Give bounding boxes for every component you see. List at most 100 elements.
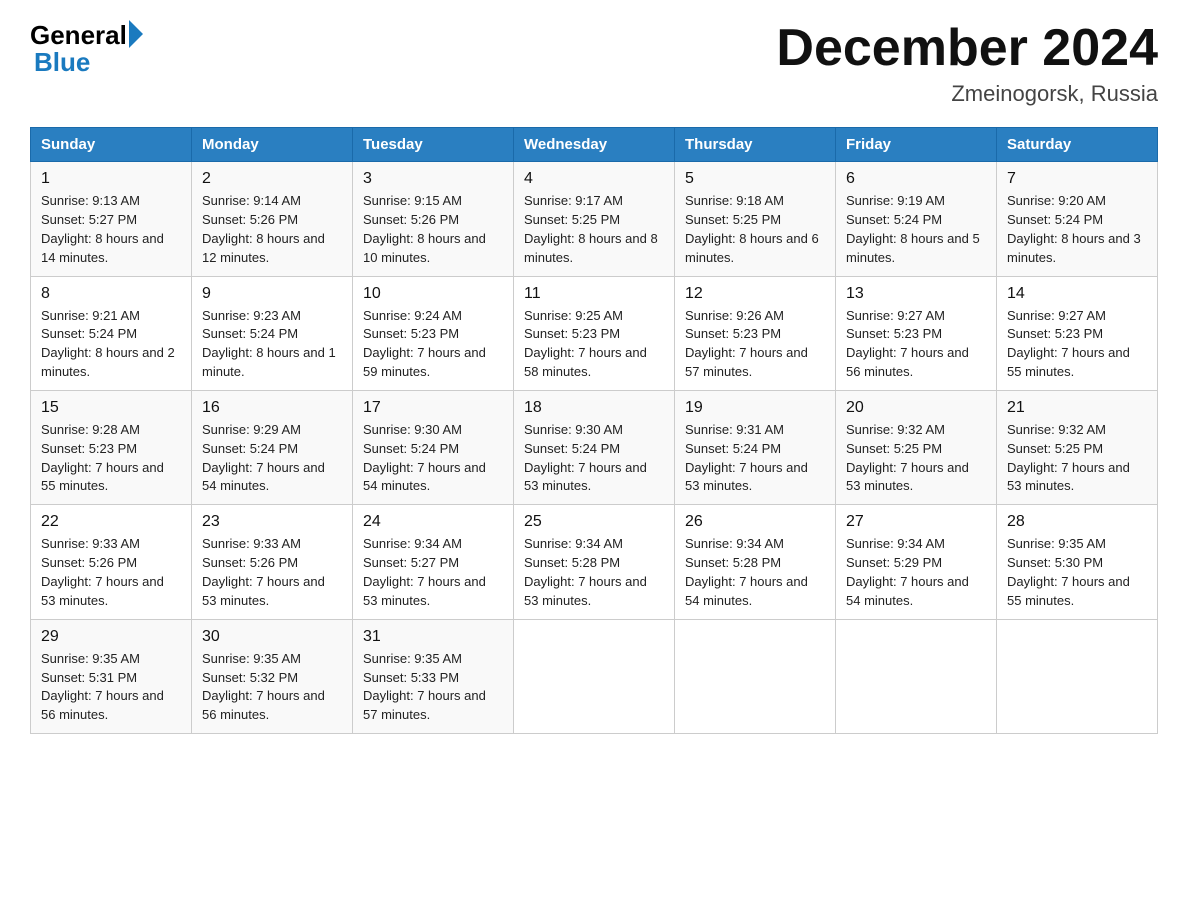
logo: General Blue xyxy=(30,20,143,78)
calendar-cell: 8 Sunrise: 9:21 AMSunset: 5:24 PMDaylight… xyxy=(31,276,192,390)
calendar-cell: 12Sunrise: 9:26 AMSunset: 5:23 PMDayligh… xyxy=(675,276,836,390)
day-sun-info: Sunrise: 9:35 AMSunset: 5:32 PMDaylight:… xyxy=(202,650,342,725)
day-sun-info: Sunrise: 9:20 AMSunset: 5:24 PMDaylight:… xyxy=(1007,192,1147,267)
logo-blue-text: Blue xyxy=(30,47,90,78)
calendar-cell: 9 Sunrise: 9:23 AMSunset: 5:24 PMDaylight… xyxy=(192,276,353,390)
weekday-header-friday: Friday xyxy=(836,128,997,162)
day-number: 1 xyxy=(41,170,181,188)
weekday-header-wednesday: Wednesday xyxy=(514,128,675,162)
day-sun-info: Sunrise: 9:28 AMSunset: 5:23 PMDaylight:… xyxy=(41,421,181,496)
calendar-cell: 22Sunrise: 9:33 AMSunset: 5:26 PMDayligh… xyxy=(31,505,192,619)
day-sun-info: Sunrise: 9:23 AMSunset: 5:24 PMDaylight:… xyxy=(202,307,342,382)
calendar-cell: 31 Sunrise: 9:35 AMSunset: 5:33 PMDayligh… xyxy=(353,619,514,733)
calendar-cell: 3 Sunrise: 9:15 AMSunset: 5:26 PMDaylight… xyxy=(353,162,514,276)
logo-arrow-icon xyxy=(129,20,143,48)
day-number: 24 xyxy=(363,513,503,531)
calendar-cell xyxy=(675,619,836,733)
day-number: 17 xyxy=(363,399,503,417)
calendar-cell: 18Sunrise: 9:30 AMSunset: 5:24 PMDayligh… xyxy=(514,390,675,504)
day-number: 23 xyxy=(202,513,342,531)
day-number: 27 xyxy=(846,513,986,531)
day-sun-info: Sunrise: 9:27 AMSunset: 5:23 PMDaylight:… xyxy=(846,307,986,382)
calendar-week-row: 1 Sunrise: 9:13 AMSunset: 5:27 PMDaylight… xyxy=(31,162,1158,276)
day-sun-info: Sunrise: 9:35 AMSunset: 5:31 PMDaylight:… xyxy=(41,650,181,725)
day-number: 8 xyxy=(41,285,181,303)
calendar-cell: 15 Sunrise: 9:28 AMSunset: 5:23 PMDayligh… xyxy=(31,390,192,504)
calendar-cell: 17Sunrise: 9:30 AMSunset: 5:24 PMDayligh… xyxy=(353,390,514,504)
day-sun-info: Sunrise: 9:24 AMSunset: 5:23 PMDaylight:… xyxy=(363,307,503,382)
day-number: 16 xyxy=(202,399,342,417)
calendar-cell: 13 Sunrise: 9:27 AMSunset: 5:23 PMDayligh… xyxy=(836,276,997,390)
calendar-cell: 5 Sunrise: 9:18 AMSunset: 5:25 PMDaylight… xyxy=(675,162,836,276)
day-sun-info: Sunrise: 9:19 AMSunset: 5:24 PMDaylight:… xyxy=(846,192,986,267)
day-number: 31 xyxy=(363,628,503,646)
title-block: December 2024 Zmeinogorsk, Russia xyxy=(776,20,1158,107)
day-number: 5 xyxy=(685,170,825,188)
day-number: 10 xyxy=(363,285,503,303)
calendar-week-row: 29 Sunrise: 9:35 AMSunset: 5:31 PMDayligh… xyxy=(31,619,1158,733)
day-sun-info: Sunrise: 9:18 AMSunset: 5:25 PMDaylight:… xyxy=(685,192,825,267)
calendar-cell xyxy=(997,619,1158,733)
calendar-cell: 20 Sunrise: 9:32 AMSunset: 5:25 PMDayligh… xyxy=(836,390,997,504)
day-sun-info: Sunrise: 9:25 AMSunset: 5:23 PMDaylight:… xyxy=(524,307,664,382)
day-sun-info: Sunrise: 9:35 AMSunset: 5:33 PMDaylight:… xyxy=(363,650,503,725)
day-sun-info: Sunrise: 9:21 AMSunset: 5:24 PMDaylight:… xyxy=(41,307,181,382)
calendar-cell: 1 Sunrise: 9:13 AMSunset: 5:27 PMDaylight… xyxy=(31,162,192,276)
weekday-header-thursday: Thursday xyxy=(675,128,836,162)
calendar-cell xyxy=(514,619,675,733)
calendar-cell: 30Sunrise: 9:35 AMSunset: 5:32 PMDayligh… xyxy=(192,619,353,733)
day-number: 15 xyxy=(41,399,181,417)
calendar-cell: 29 Sunrise: 9:35 AMSunset: 5:31 PMDayligh… xyxy=(31,619,192,733)
day-sun-info: Sunrise: 9:32 AMSunset: 5:25 PMDaylight:… xyxy=(846,421,986,496)
day-number: 3 xyxy=(363,170,503,188)
calendar-cell: 26Sunrise: 9:34 AMSunset: 5:28 PMDayligh… xyxy=(675,505,836,619)
day-number: 29 xyxy=(41,628,181,646)
day-sun-info: Sunrise: 9:32 AMSunset: 5:25 PMDaylight:… xyxy=(1007,421,1147,496)
day-number: 2 xyxy=(202,170,342,188)
day-number: 7 xyxy=(1007,170,1147,188)
calendar-cell: 23Sunrise: 9:33 AMSunset: 5:26 PMDayligh… xyxy=(192,505,353,619)
calendar-cell: 28 Sunrise: 9:35 AMSunset: 5:30 PMDayligh… xyxy=(997,505,1158,619)
day-sun-info: Sunrise: 9:34 AMSunset: 5:29 PMDaylight:… xyxy=(846,535,986,610)
day-number: 28 xyxy=(1007,513,1147,531)
calendar-cell: 21Sunrise: 9:32 AMSunset: 5:25 PMDayligh… xyxy=(997,390,1158,504)
day-number: 4 xyxy=(524,170,664,188)
day-sun-info: Sunrise: 9:27 AMSunset: 5:23 PMDaylight:… xyxy=(1007,307,1147,382)
day-sun-info: Sunrise: 9:15 AMSunset: 5:26 PMDaylight:… xyxy=(363,192,503,267)
calendar-cell: 16 Sunrise: 9:29 AMSunset: 5:24 PMDayligh… xyxy=(192,390,353,504)
day-number: 13 xyxy=(846,285,986,303)
calendar-cell: 19 Sunrise: 9:31 AMSunset: 5:24 PMDayligh… xyxy=(675,390,836,504)
calendar-cell: 11Sunrise: 9:25 AMSunset: 5:23 PMDayligh… xyxy=(514,276,675,390)
calendar-cell: 24 Sunrise: 9:34 AMSunset: 5:27 PMDayligh… xyxy=(353,505,514,619)
calendar-cell: 2Sunrise: 9:14 AMSunset: 5:26 PMDaylight… xyxy=(192,162,353,276)
calendar-table: SundayMondayTuesdayWednesdayThursdayFrid… xyxy=(30,127,1158,734)
day-sun-info: Sunrise: 9:35 AMSunset: 5:30 PMDaylight:… xyxy=(1007,535,1147,610)
weekday-header-monday: Monday xyxy=(192,128,353,162)
day-number: 26 xyxy=(685,513,825,531)
calendar-week-row: 8 Sunrise: 9:21 AMSunset: 5:24 PMDaylight… xyxy=(31,276,1158,390)
calendar-cell: 4 Sunrise: 9:17 AMSunset: 5:25 PMDaylight… xyxy=(514,162,675,276)
day-sun-info: Sunrise: 9:31 AMSunset: 5:24 PMDaylight:… xyxy=(685,421,825,496)
calendar-week-row: 22Sunrise: 9:33 AMSunset: 5:26 PMDayligh… xyxy=(31,505,1158,619)
day-number: 6 xyxy=(846,170,986,188)
day-number: 20 xyxy=(846,399,986,417)
calendar-cell: 14Sunrise: 9:27 AMSunset: 5:23 PMDayligh… xyxy=(997,276,1158,390)
page-header: General Blue December 2024 Zmeinogorsk, … xyxy=(30,20,1158,107)
day-number: 9 xyxy=(202,285,342,303)
calendar-cell: 7 Sunrise: 9:20 AMSunset: 5:24 PMDaylight… xyxy=(997,162,1158,276)
calendar-cell: 6 Sunrise: 9:19 AMSunset: 5:24 PMDaylight… xyxy=(836,162,997,276)
day-sun-info: Sunrise: 9:34 AMSunset: 5:28 PMDaylight:… xyxy=(524,535,664,610)
day-sun-info: Sunrise: 9:34 AMSunset: 5:27 PMDaylight:… xyxy=(363,535,503,610)
calendar-cell: 25 Sunrise: 9:34 AMSunset: 5:28 PMDayligh… xyxy=(514,505,675,619)
weekday-header-tuesday: Tuesday xyxy=(353,128,514,162)
day-sun-info: Sunrise: 9:29 AMSunset: 5:24 PMDaylight:… xyxy=(202,421,342,496)
day-sun-info: Sunrise: 9:13 AMSunset: 5:27 PMDaylight:… xyxy=(41,192,181,267)
day-sun-info: Sunrise: 9:26 AMSunset: 5:23 PMDaylight:… xyxy=(685,307,825,382)
calendar-cell: 10 Sunrise: 9:24 AMSunset: 5:23 PMDayligh… xyxy=(353,276,514,390)
day-number: 25 xyxy=(524,513,664,531)
day-sun-info: Sunrise: 9:17 AMSunset: 5:25 PMDaylight:… xyxy=(524,192,664,267)
weekday-header-saturday: Saturday xyxy=(997,128,1158,162)
calendar-cell: 27 Sunrise: 9:34 AMSunset: 5:29 PMDayligh… xyxy=(836,505,997,619)
day-number: 18 xyxy=(524,399,664,417)
day-number: 19 xyxy=(685,399,825,417)
